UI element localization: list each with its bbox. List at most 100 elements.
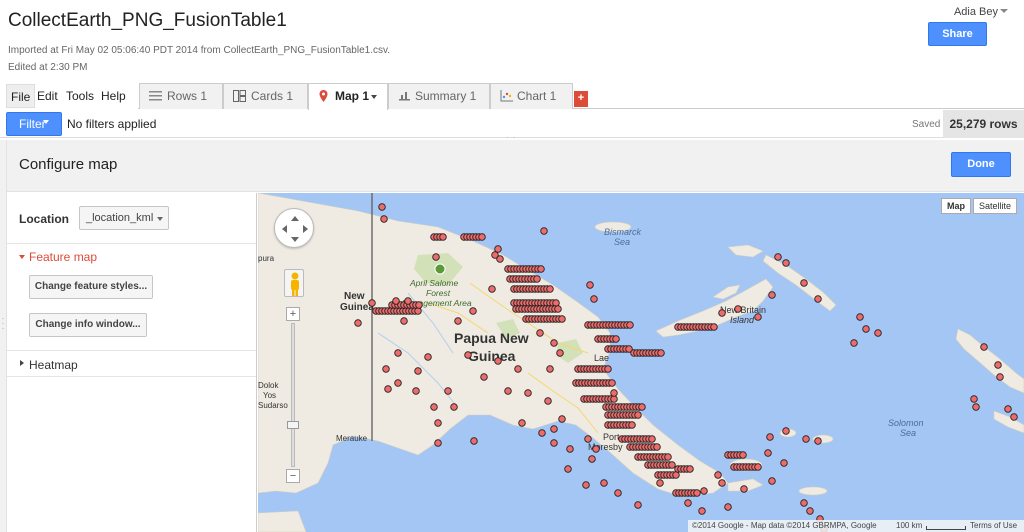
feature-marker[interactable]	[540, 227, 548, 235]
feature-marker[interactable]	[806, 507, 814, 515]
feature-marker[interactable]	[469, 307, 477, 315]
menu-help[interactable]: Help	[97, 84, 130, 108]
filter-caret-icon[interactable]	[43, 120, 49, 124]
heatmap-section[interactable]: Heatmap	[29, 358, 78, 372]
feature-marker[interactable]	[368, 299, 376, 307]
feature-marker[interactable]	[714, 471, 722, 479]
map-type-satellite-button[interactable]: Satellite	[973, 198, 1018, 214]
feature-marker[interactable]	[724, 503, 732, 511]
menu-tools[interactable]: Tools	[62, 84, 98, 108]
tab-chart[interactable]: Chart 1	[490, 83, 573, 109]
feature-marker[interactable]	[856, 313, 864, 321]
feature-marker[interactable]	[996, 373, 1004, 381]
tab-rows[interactable]: Rows 1	[139, 83, 223, 109]
feature-marker[interactable]	[970, 395, 978, 403]
feature-marker[interactable]	[994, 361, 1002, 369]
feature-marker[interactable]	[412, 387, 420, 395]
feature-marker[interactable]	[544, 397, 552, 405]
tab-map-caret-icon[interactable]	[371, 95, 377, 99]
feature-marker[interactable]	[754, 313, 762, 321]
location-caret-icon[interactable]	[157, 217, 163, 221]
feature-marker[interactable]	[604, 365, 612, 373]
street-view-pegman-icon[interactable]	[284, 269, 304, 297]
feature-marker[interactable]	[764, 449, 772, 457]
feature-marker[interactable]	[634, 411, 642, 419]
feature-marker[interactable]	[693, 489, 701, 497]
feature-marker[interactable]	[546, 285, 554, 293]
filter-button[interactable]: Filter	[6, 112, 62, 136]
feature-map-caret-icon[interactable]	[19, 255, 25, 259]
feature-marker[interactable]	[404, 297, 412, 305]
feature-marker[interactable]	[814, 295, 822, 303]
feature-marker[interactable]	[590, 295, 598, 303]
feature-marker[interactable]	[480, 373, 488, 381]
feature-marker[interactable]	[518, 419, 526, 427]
feature-marker[interactable]	[800, 499, 808, 507]
feature-marker[interactable]	[558, 415, 566, 423]
map-canvas[interactable]: Bismarck Sea April Salome Forest Managem…	[258, 193, 1024, 532]
feature-marker[interactable]	[862, 325, 870, 333]
feature-marker[interactable]	[434, 439, 442, 447]
done-button[interactable]: Done	[951, 152, 1011, 177]
zoom-out-button[interactable]: −	[286, 469, 300, 483]
feature-marker[interactable]	[558, 315, 566, 323]
feature-marker[interactable]	[782, 259, 790, 267]
feature-marker[interactable]	[638, 403, 646, 411]
feature-marker[interactable]	[780, 459, 788, 467]
feature-marker[interactable]	[439, 233, 447, 241]
feature-marker[interactable]	[628, 421, 636, 429]
feature-marker[interactable]	[698, 507, 706, 515]
pan-control[interactable]	[274, 208, 314, 248]
feature-marker[interactable]	[774, 253, 782, 261]
feature-marker[interactable]	[657, 349, 665, 357]
feature-marker[interactable]	[524, 389, 532, 397]
feature-marker[interactable]	[600, 479, 608, 487]
feature-marker[interactable]	[686, 465, 694, 473]
feature-marker[interactable]	[538, 429, 546, 437]
user-menu-caret-icon[interactable]	[1000, 9, 1008, 13]
feature-marker[interactable]	[768, 477, 776, 485]
feature-marker[interactable]	[434, 419, 442, 427]
feature-marker[interactable]	[653, 443, 661, 451]
feature-marker[interactable]	[584, 435, 592, 443]
feature-marker[interactable]	[400, 317, 408, 325]
feature-marker[interactable]	[718, 479, 726, 487]
feature-marker[interactable]	[496, 255, 504, 263]
feature-marker[interactable]	[432, 253, 440, 261]
feature-marker[interactable]	[354, 319, 362, 327]
feature-marker[interactable]	[454, 317, 462, 325]
feature-marker[interactable]	[1004, 405, 1012, 413]
feature-marker[interactable]	[554, 305, 562, 313]
zoom-slider-track[interactable]	[291, 323, 295, 467]
change-feature-styles-button[interactable]: Change feature styles...	[29, 275, 153, 299]
terms-of-use-link[interactable]: Terms of Use	[970, 520, 1017, 532]
feature-marker[interactable]	[556, 349, 564, 357]
feature-marker[interactable]	[494, 357, 502, 365]
feature-marker[interactable]	[470, 437, 478, 445]
feature-marker[interactable]	[550, 439, 558, 447]
feature-marker[interactable]	[668, 461, 676, 469]
zoom-slider-handle[interactable]	[287, 421, 299, 429]
feature-marker[interactable]	[514, 365, 522, 373]
feature-marker[interactable]	[380, 215, 388, 223]
feature-marker[interactable]	[802, 435, 810, 443]
zoom-in-button[interactable]: +	[286, 307, 300, 321]
feature-marker[interactable]	[464, 351, 472, 359]
feature-marker[interactable]	[550, 339, 558, 347]
feature-marker[interactable]	[394, 379, 402, 387]
feature-marker[interactable]	[378, 203, 386, 211]
feature-marker[interactable]	[754, 463, 762, 471]
feature-marker[interactable]	[734, 305, 742, 313]
feature-marker[interactable]	[740, 485, 748, 493]
feature-marker[interactable]	[592, 445, 600, 453]
menu-edit[interactable]: Edit	[33, 84, 62, 108]
feature-marker[interactable]	[814, 437, 822, 445]
location-select[interactable]: _location_kml	[79, 206, 169, 230]
feature-map-section[interactable]: Feature map	[29, 250, 97, 264]
feature-marker[interactable]	[394, 349, 402, 357]
feature-marker[interactable]	[430, 403, 438, 411]
feature-marker[interactable]	[612, 335, 620, 343]
feature-marker[interactable]	[494, 245, 502, 253]
feature-marker[interactable]	[972, 403, 980, 411]
tab-map[interactable]: Map 1	[308, 83, 388, 110]
